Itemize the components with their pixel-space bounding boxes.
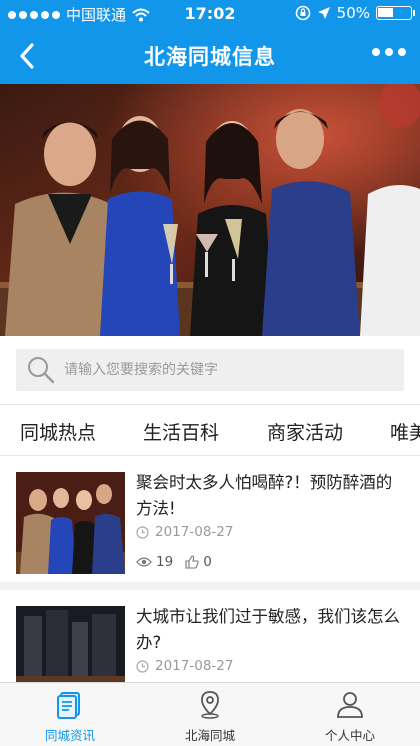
search-section: [0, 336, 420, 404]
article-thumbnail: [16, 606, 125, 682]
tabbar-label: 北海同城: [184, 728, 235, 743]
status-bar: 中国联通 17:02 50%: [0, 0, 420, 28]
location-pin-icon: [201, 691, 219, 719]
article-date: 2017-08-27: [136, 658, 233, 674]
rotation-lock-icon: [295, 5, 310, 21]
list-item[interactable]: 聚会时太多人怕喝醉?！预防醉酒的方法! 2017-08-27 19 0: [0, 456, 420, 582]
article-title: 聚会时太多人怕喝醉?！预防醉酒的方法!: [136, 473, 393, 518]
search-icon: [28, 357, 55, 384]
article-list: 聚会时太多人怕喝醉?！预防醉酒的方法! 2017-08-27 19 0 大城市让…: [0, 456, 420, 682]
like-count: 0: [203, 554, 212, 570]
search-bar[interactable]: [16, 349, 404, 391]
page-title: 北海同城信息: [144, 45, 276, 69]
article-title: 大城市让我们过于敏感，我们该怎么办?: [136, 607, 400, 652]
tabbar-item-city[interactable]: 北海同城: [140, 689, 280, 744]
view-count: 19: [156, 554, 174, 570]
user-icon: [337, 692, 363, 718]
article-date: 2017-08-27: [136, 524, 233, 540]
article-date-text: 2017-08-27: [155, 524, 234, 540]
thumbs-up-icon[interactable]: [185, 555, 199, 569]
banner-image[interactable]: [0, 84, 420, 336]
search-input[interactable]: [64, 362, 384, 378]
clock-icon: [136, 525, 149, 539]
news-icon: [57, 692, 80, 719]
article-thumbnail: [16, 472, 125, 574]
bottom-tab-bar: 同城资讯 北海同城 个人中心: [0, 682, 420, 746]
list-item[interactable]: 大城市让我们过于敏感，我们该怎么办? 2017-08-27: [0, 590, 420, 682]
tab-life[interactable]: 生活百科: [143, 418, 219, 445]
tab-beauty[interactable]: 唯美: [390, 418, 420, 445]
battery-icon: [376, 6, 415, 20]
tabbar-label: 同城资讯: [44, 728, 95, 743]
tabbar-item-news[interactable]: 同城资讯: [0, 689, 140, 744]
more-dots-icon[interactable]: [372, 48, 406, 56]
article-date-text: 2017-08-27: [155, 658, 234, 674]
category-tabs: 同城热点 生活百科 商家活动 唯美: [0, 404, 420, 456]
eye-icon: [136, 557, 152, 567]
tabbar-item-profile[interactable]: 个人中心: [280, 689, 420, 744]
tabbar-label: 个人中心: [324, 728, 375, 743]
top-bar: 中国联通 17:02 50% 北海同城信息: [0, 0, 420, 84]
tab-merchant[interactable]: 商家活动: [267, 418, 343, 445]
location-arrow-icon: [317, 7, 330, 19]
people-toasting-at-bar-photo: [0, 84, 420, 336]
tab-hot[interactable]: 同城热点: [20, 418, 96, 445]
article-stats: 19 0: [136, 554, 212, 570]
navbar: 北海同城信息: [0, 28, 420, 84]
battery-percent: 50%: [336, 4, 370, 22]
clock-icon: [136, 659, 149, 673]
